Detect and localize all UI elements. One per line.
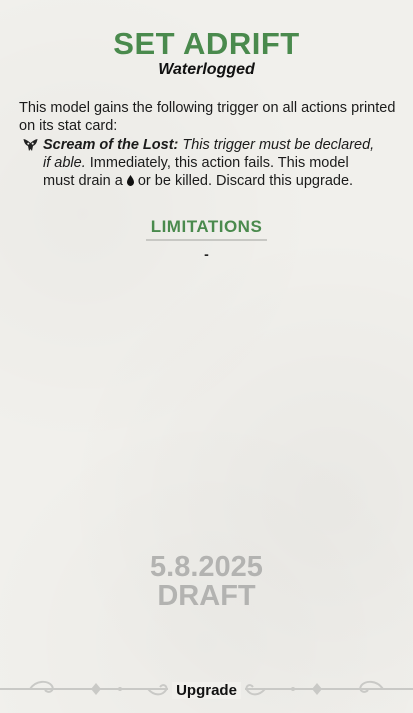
trigger-effect-end: or be killed. Discard this upgrade. <box>137 173 354 189</box>
mask-icon <box>23 139 38 151</box>
rules-text: This model gains the following trigger o… <box>19 100 396 134</box>
draft-watermark: 5.8.2025 DRAFT <box>0 553 413 611</box>
card-footer: Upgrade <box>0 674 413 706</box>
watermark-date: 5.8.2025 <box>150 551 263 583</box>
limitations-value: - <box>204 246 209 262</box>
card-subtitle: Waterlogged <box>158 61 255 78</box>
soulstone-drop-icon <box>126 175 134 186</box>
watermark-draft: DRAFT <box>157 580 256 612</box>
card-title: SET ADRIFT <box>113 26 300 61</box>
limitations-heading: LIMITATIONS <box>146 216 267 241</box>
footer-label: Upgrade <box>172 682 241 699</box>
trigger-name: Scream of the Lost: <box>43 137 179 153</box>
trigger-text: Scream of the Lost: This trigger must be… <box>43 136 383 190</box>
